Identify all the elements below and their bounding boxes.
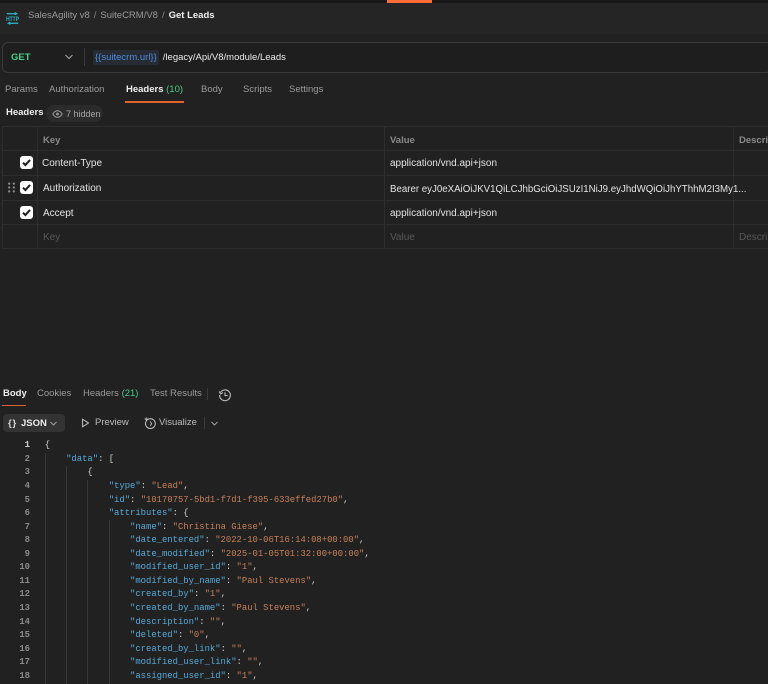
svg-text:HTTP: HTTP xyxy=(6,16,19,23)
